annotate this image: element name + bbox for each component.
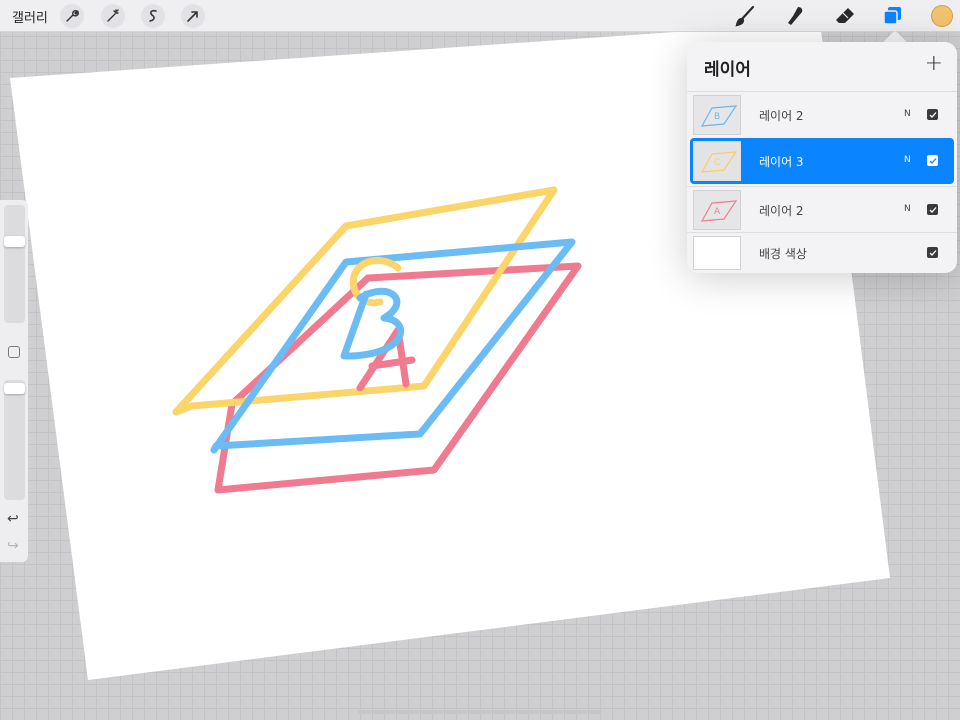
layer-name: 레이어 2: [759, 204, 804, 218]
layer-thumbnail: B: [693, 95, 741, 135]
blend-mode-button[interactable]: N: [904, 155, 911, 165]
layer-row[interactable]: A 레이어 2 N: [687, 186, 957, 232]
layer-thumbnail: C: [693, 141, 741, 181]
visibility-checkbox[interactable]: [927, 109, 938, 120]
top-toolbar: 갤러리: [0, 0, 960, 32]
layers-panel: 레이어 + B 레이어 2 N C 레이어 3 N A 레이어 2 N 배경 색…: [687, 42, 957, 273]
layer-row[interactable]: B 레이어 2 N: [687, 91, 957, 137]
selection-icon[interactable]: [141, 4, 165, 28]
blend-mode-button[interactable]: N: [904, 204, 911, 214]
eraser-icon[interactable]: [833, 4, 857, 28]
layer-name: 레이어 2: [759, 109, 804, 123]
redo-button[interactable]: ↪: [7, 539, 19, 553]
layers-icon[interactable]: [881, 4, 905, 28]
smudge-icon[interactable]: [783, 4, 807, 28]
layer-name: 레이어 3: [759, 155, 804, 169]
layer-row-background[interactable]: 배경 색상: [687, 232, 957, 273]
home-indicator: [358, 710, 602, 714]
layer-thumbnail: A: [693, 190, 741, 230]
left-sidebar: ↩ ↪: [0, 200, 28, 562]
visibility-checkbox[interactable]: [927, 155, 938, 166]
blend-mode-button[interactable]: N: [904, 109, 911, 119]
brush-size-thumb[interactable]: [4, 236, 25, 247]
layer-row-selected[interactable]: C 레이어 3 N: [690, 138, 954, 184]
panel-title: 레이어: [704, 60, 751, 80]
brush-icon[interactable]: [733, 4, 757, 28]
svg-text:A: A: [714, 207, 721, 217]
brush-size-slider[interactable]: [4, 205, 25, 323]
layer-thumbnail: [693, 236, 741, 270]
magic-wand-icon[interactable]: [101, 4, 125, 28]
opacity-thumb[interactable]: [4, 383, 25, 394]
add-layer-button[interactable]: +: [925, 52, 943, 76]
layer-name: 배경 색상: [759, 247, 807, 261]
gallery-button[interactable]: 갤러리: [12, 7, 48, 26]
transform-icon[interactable]: [181, 4, 205, 28]
wrench-icon[interactable]: [60, 4, 84, 28]
modify-button[interactable]: [8, 346, 20, 358]
svg-text:C: C: [714, 158, 720, 168]
visibility-checkbox[interactable]: [927, 204, 938, 215]
svg-text:B: B: [714, 112, 720, 122]
visibility-checkbox[interactable]: [927, 247, 938, 258]
undo-button[interactable]: ↩: [7, 512, 19, 526]
opacity-slider[interactable]: [4, 380, 25, 500]
color-picker-button[interactable]: [931, 5, 953, 27]
